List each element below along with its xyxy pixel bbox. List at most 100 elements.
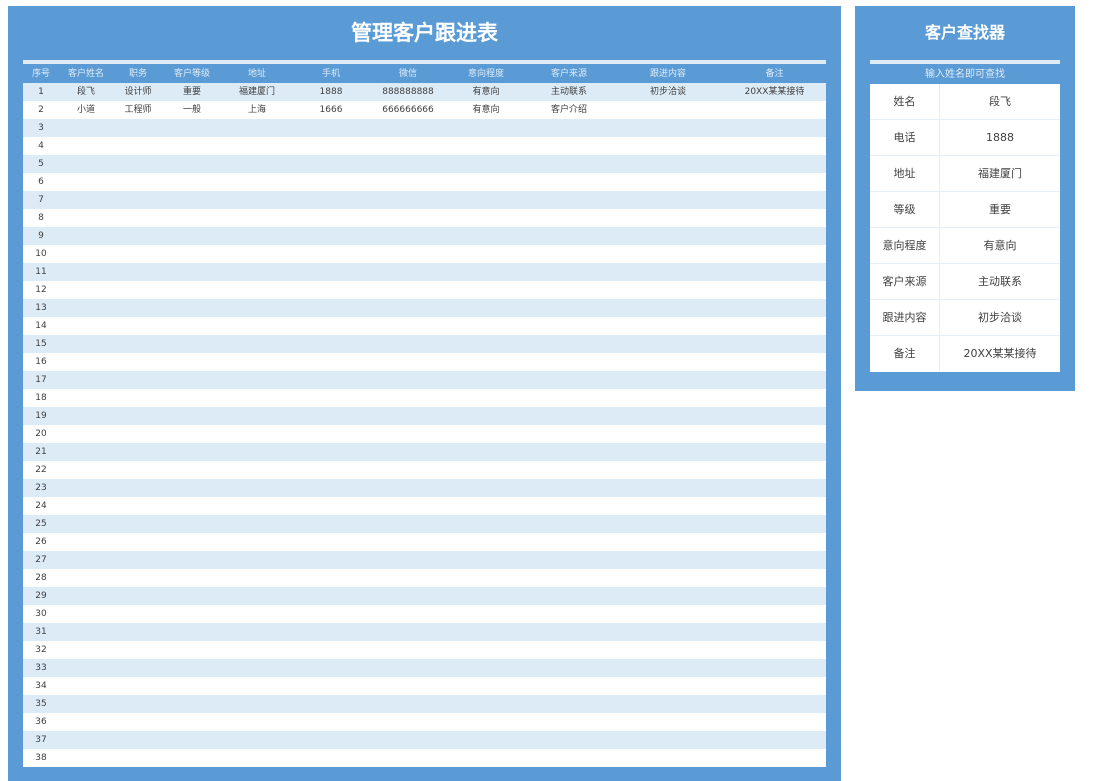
cell-mobile[interactable]: 1666 (293, 101, 369, 119)
table-row[interactable]: 22 (23, 461, 826, 479)
cell-address[interactable] (221, 659, 293, 677)
cell-customer-source[interactable] (525, 227, 613, 245)
cell-customer-source[interactable] (525, 173, 613, 191)
cell-customer-source[interactable] (525, 407, 613, 425)
cell-index[interactable]: 7 (23, 191, 59, 209)
cell-wechat[interactable]: 888888888 (369, 83, 447, 101)
cell-wechat[interactable] (369, 299, 447, 317)
cell-intent-level[interactable] (447, 695, 525, 713)
cell-position[interactable] (113, 695, 163, 713)
cell-index[interactable]: 16 (23, 353, 59, 371)
cell-remarks[interactable] (723, 155, 826, 173)
cell-intent-level[interactable] (447, 443, 525, 461)
cell-address[interactable] (221, 677, 293, 695)
table-row[interactable]: 30 (23, 605, 826, 623)
cell-index[interactable]: 29 (23, 587, 59, 605)
cell-index[interactable]: 3 (23, 119, 59, 137)
cell-wechat[interactable] (369, 677, 447, 695)
cell-mobile[interactable] (293, 461, 369, 479)
cell-customer-name[interactable] (59, 677, 113, 695)
cell-customer-name[interactable] (59, 461, 113, 479)
cell-follow-up[interactable] (613, 263, 723, 281)
cell-wechat[interactable] (369, 731, 447, 749)
cell-customer-level[interactable] (163, 695, 221, 713)
cell-address[interactable] (221, 317, 293, 335)
cell-wechat[interactable] (369, 515, 447, 533)
cell-address[interactable] (221, 371, 293, 389)
cell-remarks[interactable]: 20XX某某接待 (723, 83, 826, 101)
cell-position[interactable] (113, 551, 163, 569)
cell-intent-level[interactable] (447, 281, 525, 299)
cell-customer-source[interactable] (525, 497, 613, 515)
cell-position[interactable] (113, 749, 163, 767)
cell-position[interactable] (113, 227, 163, 245)
cell-intent-level[interactable]: 有意向 (447, 83, 525, 101)
cell-customer-level[interactable] (163, 479, 221, 497)
cell-index[interactable]: 33 (23, 659, 59, 677)
cell-mobile[interactable] (293, 371, 369, 389)
cell-intent-level[interactable] (447, 713, 525, 731)
cell-remarks[interactable] (723, 281, 826, 299)
cell-mobile[interactable] (293, 425, 369, 443)
cell-wechat[interactable] (369, 659, 447, 677)
cell-customer-source[interactable] (525, 695, 613, 713)
cell-customer-source[interactable] (525, 677, 613, 695)
cell-customer-source[interactable]: 客户介绍 (525, 101, 613, 119)
cell-customer-level[interactable] (163, 677, 221, 695)
cell-position[interactable] (113, 623, 163, 641)
cell-remarks[interactable] (723, 245, 826, 263)
table-row[interactable]: 29 (23, 587, 826, 605)
cell-index[interactable]: 4 (23, 137, 59, 155)
cell-index[interactable]: 38 (23, 749, 59, 767)
cell-position[interactable] (113, 137, 163, 155)
cell-follow-up[interactable] (613, 389, 723, 407)
cell-customer-name[interactable] (59, 209, 113, 227)
cell-wechat[interactable] (369, 371, 447, 389)
cell-follow-up[interactable] (613, 713, 723, 731)
cell-customer-source[interactable] (525, 299, 613, 317)
cell-wechat[interactable] (369, 497, 447, 515)
cell-customer-name[interactable] (59, 749, 113, 767)
cell-customer-level[interactable] (163, 371, 221, 389)
cell-wechat[interactable] (369, 317, 447, 335)
cell-follow-up[interactable] (613, 173, 723, 191)
table-row[interactable]: 2 小道 工程师 一般 上海 1666 666666666 有意向 客户介绍 (23, 101, 826, 119)
cell-intent-level[interactable] (447, 155, 525, 173)
cell-intent-level[interactable] (447, 371, 525, 389)
cell-customer-source[interactable] (525, 371, 613, 389)
table-row[interactable]: 34 (23, 677, 826, 695)
cell-customer-name[interactable] (59, 173, 113, 191)
cell-index[interactable]: 9 (23, 227, 59, 245)
cell-customer-source[interactable] (525, 713, 613, 731)
cell-customer-source[interactable] (525, 533, 613, 551)
cell-wechat[interactable] (369, 173, 447, 191)
cell-customer-source[interactable] (525, 641, 613, 659)
cell-mobile[interactable] (293, 587, 369, 605)
cell-address[interactable] (221, 191, 293, 209)
cell-mobile[interactable] (293, 713, 369, 731)
name-search-input[interactable]: 段飞 (940, 84, 1060, 119)
cell-customer-level[interactable]: 一般 (163, 101, 221, 119)
cell-mobile[interactable] (293, 317, 369, 335)
cell-position[interactable] (113, 443, 163, 461)
cell-follow-up[interactable] (613, 209, 723, 227)
cell-customer-source[interactable] (525, 587, 613, 605)
cell-intent-level[interactable] (447, 461, 525, 479)
cell-mobile[interactable] (293, 551, 369, 569)
cell-follow-up[interactable] (613, 443, 723, 461)
cell-intent-level[interactable] (447, 605, 525, 623)
cell-intent-level[interactable] (447, 587, 525, 605)
cell-wechat[interactable] (369, 119, 447, 137)
cell-customer-source[interactable] (525, 461, 613, 479)
table-row[interactable]: 15 (23, 335, 826, 353)
cell-position[interactable] (113, 173, 163, 191)
cell-mobile[interactable] (293, 695, 369, 713)
table-row[interactable]: 5 (23, 155, 826, 173)
cell-remarks[interactable] (723, 497, 826, 515)
cell-intent-level[interactable] (447, 497, 525, 515)
cell-mobile[interactable] (293, 515, 369, 533)
cell-wechat[interactable] (369, 713, 447, 731)
cell-position[interactable] (113, 659, 163, 677)
cell-customer-level[interactable] (163, 353, 221, 371)
cell-follow-up[interactable] (613, 281, 723, 299)
